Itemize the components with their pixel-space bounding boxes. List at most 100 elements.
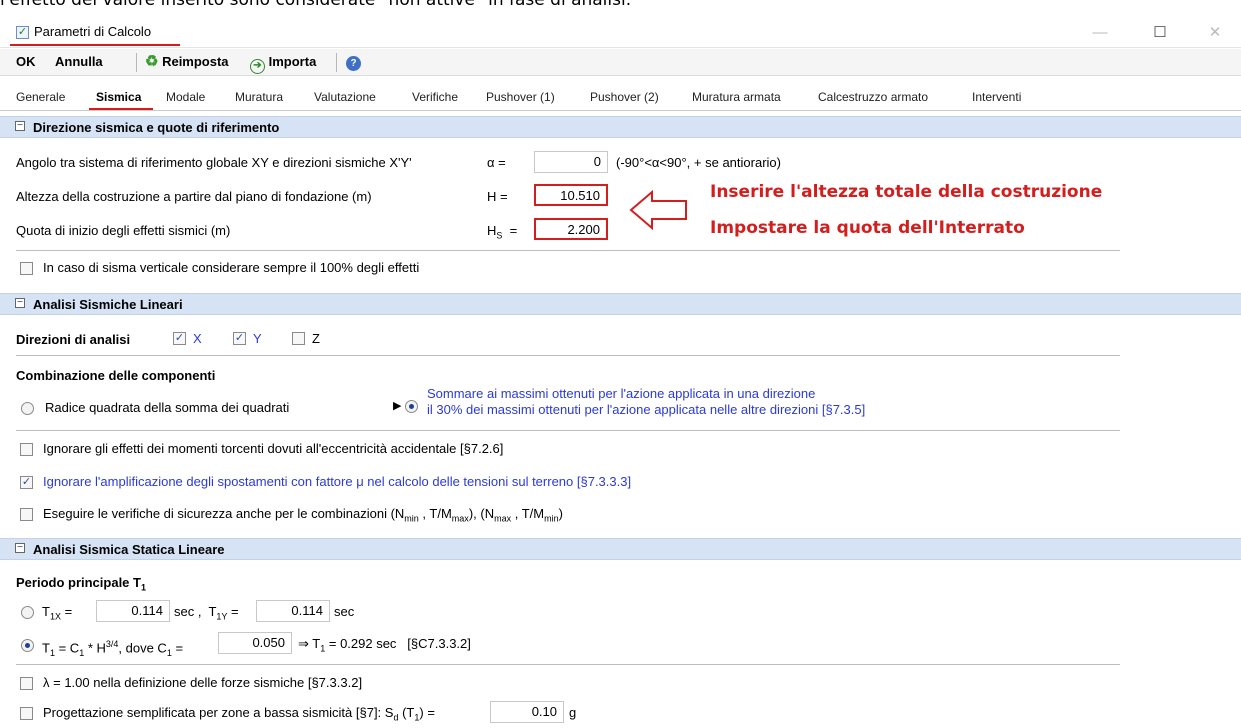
reimposta-label: Reimposta: [162, 54, 229, 69]
ok-button[interactable]: OK: [16, 53, 36, 71]
tab-calcestruzzo-armato[interactable]: Calcestruzzo armato: [818, 89, 928, 105]
alpha-symbol: α =: [487, 155, 506, 170]
tab-pushover-1[interactable]: Pushover (1): [486, 89, 555, 105]
active-tab-highlight: [89, 108, 153, 110]
simplified-input[interactable]: 0.10: [490, 701, 564, 723]
section-analisi-lineari[interactable]: − Analisi Sismiche Lineari: [0, 293, 1241, 315]
c1-input[interactable]: 0.050: [218, 632, 292, 654]
divider: [16, 355, 1120, 356]
current-marker-icon: ▶: [393, 400, 402, 412]
direction-x-label: X: [193, 331, 202, 346]
tab-generale[interactable]: Generale: [16, 89, 65, 105]
vertical-label: In caso di sisma verticale considerare s…: [43, 260, 420, 275]
ignore-amplification-label: Ignorare l'amplificazione degli spostame…: [43, 474, 632, 489]
angle-input[interactable]: 0: [534, 151, 608, 173]
importa-label: Importa: [268, 54, 317, 69]
t1-direct-radio[interactable]: [21, 606, 34, 619]
toolbar: OK Annulla ♻ Reimposta ➔ Importa ?: [0, 49, 1241, 76]
help-icon: ?: [346, 56, 361, 71]
importa-button[interactable]: ➔ Importa: [250, 53, 316, 74]
section-direzione-sismica[interactable]: − Direzione sismica e quote di riferimen…: [0, 116, 1241, 138]
close-button[interactable]: ✕: [1193, 22, 1237, 44]
t1y-input[interactable]: 0.114: [256, 600, 330, 622]
sum-30-radio[interactable]: [405, 400, 418, 413]
maximize-button[interactable]: ☐: [1138, 22, 1182, 44]
quota-sub: S: [496, 230, 503, 241]
ignore-amplification-checkbox[interactable]: ✓: [20, 476, 33, 489]
section-title: Direzione sismica e quote di riferimento: [33, 120, 280, 135]
divider: [16, 664, 1120, 665]
help-button[interactable]: ?: [346, 53, 361, 71]
quota-symbol: HS =: [487, 223, 517, 244]
t1-result: ⇒ T1 = 0.292 sec [§C7.3.3.2]: [298, 636, 471, 654]
t1-ref: [§C7.3.3.2]: [407, 636, 471, 651]
import-arrow-icon: ➔: [250, 59, 265, 74]
collapse-icon[interactable]: −: [15, 298, 25, 308]
refresh-icon: ♻: [145, 53, 159, 70]
reimposta-button[interactable]: ♻ Reimposta: [145, 53, 229, 71]
simplified-label: Progettazione semplificata per zone a ba…: [43, 705, 435, 723]
ignore-torsion-label: Ignorare gli effetti dei momenti torcent…: [43, 441, 504, 456]
height-label: Altezza della costruzione a partire dal …: [16, 189, 372, 204]
annotation-height: Inserire l'altezza totale della costruzi…: [706, 181, 1107, 203]
sum-30-label-line1: Sommare ai massimi ottenuti per l'azione…: [427, 386, 816, 401]
t1x-input[interactable]: 0.114: [96, 600, 170, 622]
page-caption: l'effetto del valore inserito sono consi…: [0, 0, 632, 10]
simplified-unit: g: [569, 705, 577, 720]
title-highlight: [10, 44, 180, 46]
srss-label: Radice quadrata della somma dei quadrati: [45, 400, 290, 415]
period-label-text: Periodo principale T: [16, 575, 141, 590]
section-analisi-statica[interactable]: − Analisi Sismica Statica Lineare: [0, 538, 1241, 560]
annulla-button[interactable]: Annulla: [55, 53, 103, 71]
safety-checks-label: Eseguire le verifiche di sicurezza anche…: [43, 506, 563, 524]
minimize-button[interactable]: —: [1078, 22, 1122, 44]
tab-pushover-2[interactable]: Pushover (2): [590, 89, 659, 105]
toolbar-separator: [336, 53, 337, 72]
tab-muratura-armata[interactable]: Muratura armata: [692, 89, 781, 105]
collapse-icon[interactable]: −: [15, 543, 25, 553]
tab-modale[interactable]: Modale: [166, 89, 205, 105]
section-title: Analisi Sismiche Lineari: [33, 297, 183, 312]
t1-result-value: = 0.292 sec: [328, 636, 397, 651]
ignore-torsion-checkbox[interactable]: [20, 443, 33, 456]
quota-input[interactable]: 2.200: [534, 218, 608, 240]
safety-checks-checkbox[interactable]: [20, 508, 33, 521]
angle-label: Angolo tra sistema di riferimento global…: [16, 155, 412, 170]
tab-sismica[interactable]: Sismica: [96, 89, 141, 105]
t1-formula-radio[interactable]: [21, 639, 34, 652]
direction-y-checkbox[interactable]: ✓: [233, 332, 246, 345]
tab-verifiche[interactable]: Verifiche: [412, 89, 458, 105]
tab-interventi[interactable]: Interventi: [972, 89, 1021, 105]
tab-valutazione[interactable]: Valutazione: [314, 89, 376, 105]
quota-h: H: [487, 223, 497, 238]
direction-x-checkbox[interactable]: ✓: [173, 332, 186, 345]
quota-eq: =: [509, 223, 518, 238]
safety-checks-prefix: Eseguire le verifiche di sicurezza anche…: [43, 506, 405, 521]
t1x-unit: sec , T1Y =: [174, 604, 239, 622]
divider: [16, 250, 1120, 251]
t1-result-prefix: ⇒ T: [298, 636, 321, 651]
quota-label: Quota di inizio degli effetti sismici (m…: [16, 223, 231, 238]
directions-label: Direzioni di analisi: [16, 332, 131, 347]
simplified-checkbox[interactable]: [20, 707, 33, 720]
direction-z-checkbox[interactable]: [292, 332, 305, 345]
divider: [16, 430, 1120, 431]
sum-30-label-line2: il 30% dei massimi ottenuti per l'azione…: [427, 402, 866, 417]
period-sub: 1: [140, 582, 146, 593]
collapse-icon[interactable]: −: [15, 121, 25, 131]
combination-label: Combinazione delle componenti: [16, 368, 216, 383]
direction-y-label: Y: [253, 331, 262, 346]
t1x-sec: sec: [174, 604, 195, 619]
angle-hint: (-90°<α<90°, + se antiorario): [616, 155, 781, 170]
lambda-checkbox[interactable]: [20, 677, 33, 690]
vertical-checkbox[interactable]: [20, 262, 33, 275]
t1-formula-label: T1 = C1 * H3/4, dove C1 =: [42, 639, 184, 658]
srss-radio[interactable]: [21, 402, 34, 415]
window-title: Parametri di Calcolo: [34, 24, 152, 39]
pointer-arrow-icon: [629, 189, 687, 231]
height-input[interactable]: 10.510: [534, 184, 608, 206]
tab-muratura[interactable]: Muratura: [235, 89, 283, 105]
period-label: Periodo principale T1: [16, 575, 146, 596]
height-symbol: H =: [487, 189, 508, 204]
direction-z-label: Z: [312, 331, 320, 346]
